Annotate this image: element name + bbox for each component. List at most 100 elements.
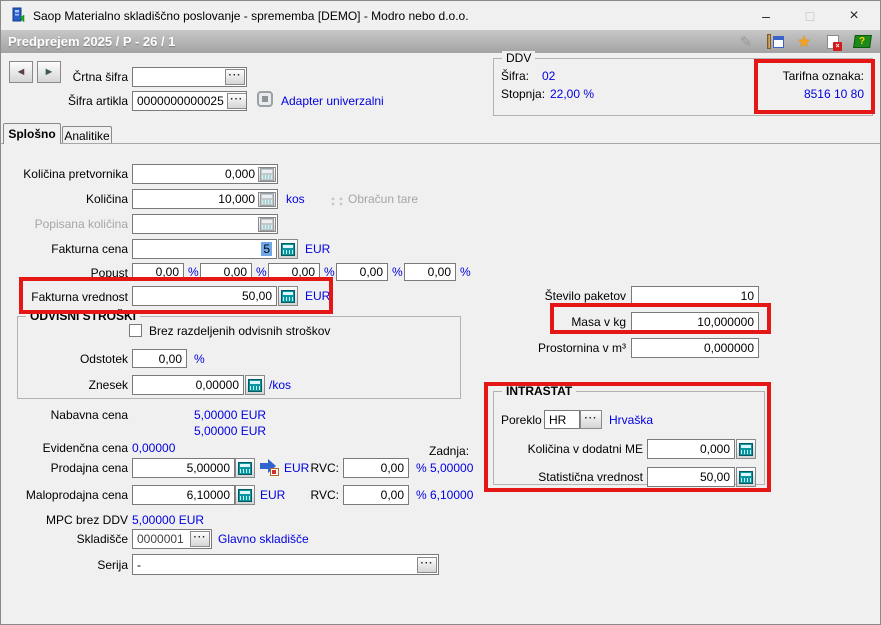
ellipsis-icon: ··· xyxy=(193,532,207,543)
ellipsis-icon: ··· xyxy=(420,557,434,569)
serija-value: - xyxy=(137,557,141,572)
sifra-artikla-lookup-button[interactable]: ··· xyxy=(226,93,246,109)
transfer-price-icon[interactable] xyxy=(259,459,280,476)
statisticna-vrednost-calculator-button[interactable] xyxy=(736,467,756,487)
kolicina-value: 10,000 xyxy=(218,192,255,206)
prodajna-cena-input[interactable]: 5,00000 xyxy=(132,458,235,478)
fakturna-vrednost-unit: EUR xyxy=(305,289,331,303)
maximize-icon: □ xyxy=(805,7,815,24)
znesek-label: Znesek xyxy=(88,378,128,392)
serija-input[interactable]: - ··· xyxy=(132,554,439,575)
edit-note-button[interactable]: ✎ xyxy=(736,33,756,51)
popisana-kolicina-input xyxy=(132,214,278,234)
percent-label: % xyxy=(188,265,199,279)
popust-input-5[interactable]: 0,00 xyxy=(404,263,456,281)
evidencna-cena-value: 0,00000 xyxy=(132,441,176,455)
maximize-button[interactable]: □ xyxy=(788,1,832,30)
ddv-stopnja-label: Stopnja: xyxy=(501,87,546,101)
popust-input-4[interactable]: 0,00 xyxy=(336,263,388,281)
maloprodajna-cena-calculator-button[interactable] xyxy=(235,485,255,505)
help-book-icon: ? xyxy=(852,35,872,48)
stevilo-paketov-input[interactable]: 10 xyxy=(631,286,759,306)
odstotek-input[interactable]: 0,00 xyxy=(132,349,187,368)
znesek-input[interactable]: 0,00000 xyxy=(132,375,244,395)
close-button[interactable]: × xyxy=(832,1,876,30)
adapter-univerzalni-link[interactable]: Adapter univerzalni xyxy=(281,94,384,108)
skladisce-input[interactable]: 0000001 ··· xyxy=(132,529,212,549)
ellipsis-icon: ··· xyxy=(230,94,244,105)
percent-label: % xyxy=(256,265,267,279)
skladisce-link[interactable]: Glavno skladišče xyxy=(218,532,309,546)
skladisce-lookup-button[interactable]: ··· xyxy=(190,531,210,547)
delete-document-button[interactable]: × xyxy=(823,33,843,51)
tab-strip-line xyxy=(1,143,880,144)
mpc-brez-ddv-label: MPC brez DDV xyxy=(45,513,128,527)
poreklo-value: HR xyxy=(549,412,567,427)
tab-analitike[interactable]: Analitike xyxy=(62,126,112,144)
pencil-icon: ✎ xyxy=(739,33,753,51)
nabavna-cena-label: Nabavna cena xyxy=(50,408,128,422)
prodajna-cena-calculator-button[interactable] xyxy=(235,458,255,478)
sifra-artikla-input[interactable]: 0000000000025 ··· xyxy=(132,91,247,111)
mpc-brez-ddv-value: 5,00000 EUR xyxy=(132,513,205,527)
ddv-sifra-label: Šifra: xyxy=(501,69,530,83)
brez-razdeljenih-checkbox-label: Brez razdeljenih odvisnih stroškov xyxy=(149,324,331,338)
fakturna-vrednost-calculator-button[interactable] xyxy=(278,286,298,306)
minimize-button[interactable]: – xyxy=(744,1,788,30)
help-button[interactable]: ? xyxy=(852,33,872,51)
kolicina-input[interactable]: 10,000 xyxy=(132,189,278,209)
fakturna-cena-input[interactable]: 5 xyxy=(132,239,277,259)
zadnja-label: Zadnja: xyxy=(429,444,470,458)
fakturna-cena-label: Fakturna cena xyxy=(51,242,128,256)
journal-button[interactable] xyxy=(765,33,785,51)
poreklo-lookup-button[interactable]: ··· xyxy=(580,410,602,429)
poreklo-input[interactable]: HR xyxy=(544,410,580,429)
prodajna-cena-value: 5,00000 xyxy=(186,461,230,475)
document-header-bar: Predprejem 2025 / P - 26 / 1 ✎ ★ × ? xyxy=(1,30,880,53)
kolicina-pretvornika-input[interactable]: 0,000 xyxy=(132,164,278,184)
minimize-icon: – xyxy=(762,7,770,24)
tarifna-oznaka-label: Tarifna oznaka: xyxy=(782,69,864,83)
maloprodajna-zadnja-value: % 6,10000 xyxy=(416,488,474,502)
delete-document-icon: × xyxy=(827,34,842,51)
calculator-icon xyxy=(258,191,276,207)
popust-input-3[interactable]: 0,00 xyxy=(268,263,320,281)
masa-input[interactable]: 10,000000 xyxy=(631,312,759,332)
odstotek-unit: % xyxy=(194,352,205,366)
tab-splosno[interactable]: Splošno xyxy=(3,123,61,144)
prodajna-rvc-input[interactable]: 0,00 xyxy=(343,458,409,478)
serija-lookup-button[interactable]: ··· xyxy=(417,556,437,573)
popust-input-2[interactable]: 0,00 xyxy=(200,263,252,281)
crtna-sifra-lookup-button[interactable]: ··· xyxy=(225,69,245,85)
znesek-calculator-button[interactable] xyxy=(245,375,265,395)
brez-razdeljenih-checkbox[interactable] xyxy=(129,324,142,337)
maloprodajna-cena-input[interactable]: 6,10000 xyxy=(132,485,235,505)
adapter-icon[interactable] xyxy=(257,91,273,107)
odstotek-value: 0,00 xyxy=(158,351,182,366)
kolicina-dodatna-me-calculator-button[interactable] xyxy=(736,439,756,459)
popust-value: 0,00 xyxy=(427,265,451,279)
maloprodajna-rvc-input[interactable]: 0,00 xyxy=(343,485,409,505)
popust-input-1[interactable]: 0,00 xyxy=(132,263,184,281)
fakturna-cena-value: 5 xyxy=(261,242,272,256)
popust-value: 0,00 xyxy=(155,265,179,279)
fakturna-cena-calculator-button[interactable] xyxy=(278,239,298,259)
kolicina-dodatna-me-value: 0,000 xyxy=(699,442,730,456)
masa-value: 10,000000 xyxy=(697,315,754,329)
calculator-icon xyxy=(258,166,276,182)
statisticna-vrednost-input[interactable]: 50,00 xyxy=(647,467,735,487)
kolicina-unit: kos xyxy=(286,192,305,206)
fakturna-cena-unit: EUR xyxy=(305,242,331,256)
prostornina-input[interactable]: 0,000000 xyxy=(631,338,759,358)
document-title: Predprejem 2025 / P - 26 / 1 xyxy=(8,34,176,49)
serija-label: Serija xyxy=(97,558,128,572)
prodajna-cena-unit: EUR xyxy=(284,461,310,475)
title-bar: Saop Materialno skladiščno poslovanje - … xyxy=(1,1,880,31)
crtna-sifra-input[interactable]: ··· xyxy=(132,67,247,87)
fakturna-vrednost-input[interactable]: 50,00 xyxy=(132,286,277,306)
poreklo-country: Hrvaška xyxy=(609,413,654,427)
popust-label: Popust xyxy=(90,266,128,280)
favorites-button[interactable]: ★ xyxy=(794,33,814,51)
calculator-icon xyxy=(238,461,252,475)
kolicina-dodatna-me-input[interactable]: 0,000 xyxy=(647,439,735,459)
